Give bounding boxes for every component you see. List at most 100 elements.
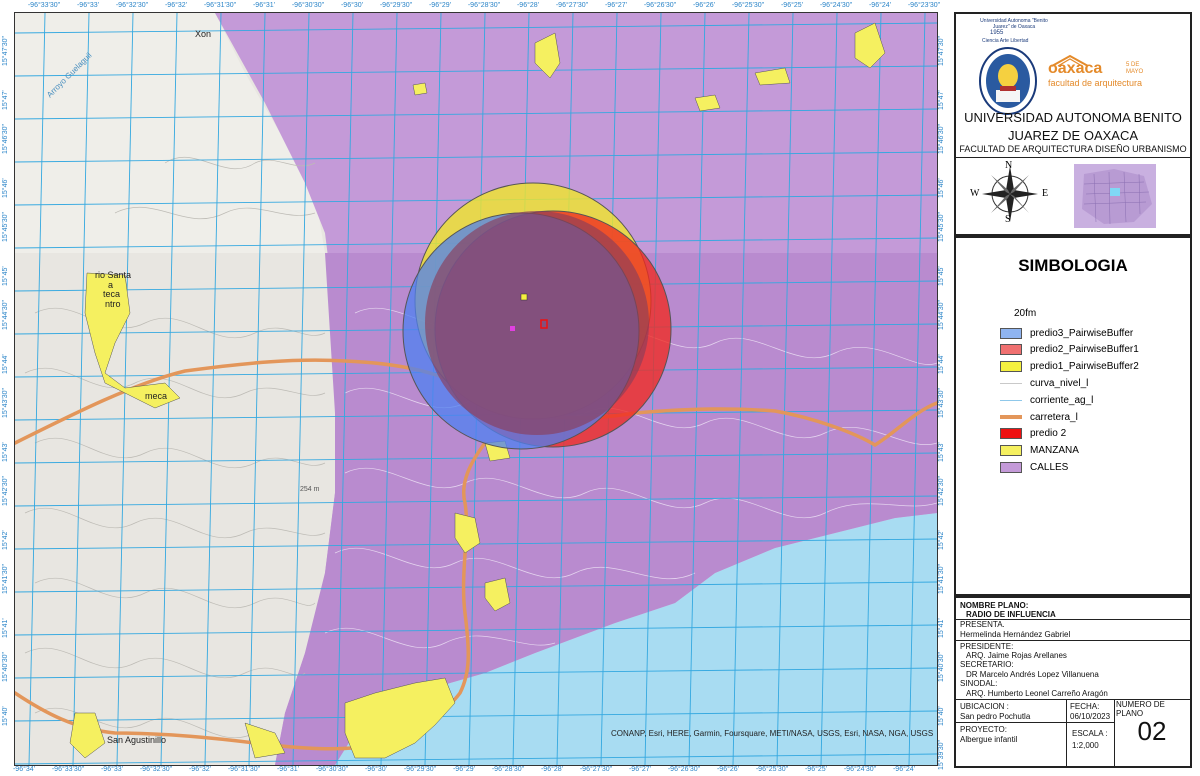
title-panel: Universidad Autonoma "Benito Juarez" de … [954, 12, 1192, 236]
faculty-name: FACULTAD DE ARQUITECTURA DISEÑO URBANISM… [959, 144, 1187, 154]
coord-bottom-label: -96°29' [452, 766, 476, 773]
coord-right-label: 15°44' [938, 354, 945, 374]
presidente-label: PRESIDENTE: [960, 642, 1014, 651]
label-ntro: ntro [105, 299, 121, 309]
coord-top-label: -96°29' [428, 2, 452, 9]
presenta-label: PRESENTA. [960, 620, 1005, 629]
coord-top-label: -96°26'30" [643, 2, 677, 9]
coord-left-label: 15°42'30" [2, 476, 9, 506]
coord-bottom-label: -96°25'30" [755, 766, 789, 773]
coord-bottom-label: -96°33' [100, 766, 124, 773]
legend-item: carretera_l [1000, 410, 1078, 424]
coord-right-label: 15°42'30" [938, 476, 945, 506]
seal-motto: Ciencia Arte Libertad [982, 38, 1029, 44]
coord-bottom-label: -96°33'30" [51, 766, 85, 773]
compass-n: N [1005, 160, 1013, 171]
presenta-value: Hermelinda Hernández Gabriel [960, 630, 1071, 639]
label-xon: Xon [195, 29, 212, 39]
legend-label: curva_nivel_l [1030, 377, 1089, 389]
seal-ring-text: Universidad Autonoma "Benito Juarez" de … [980, 18, 1048, 30]
faculty-logo-tag: 5 DE MAYO [1126, 62, 1144, 75]
escala-label: ESCALA : [1072, 729, 1108, 738]
legend-item: predio 2 [1000, 427, 1066, 441]
coord-right-label: 15°39'30" [938, 740, 945, 770]
seal-year: 1955 [990, 30, 1004, 36]
coord-left-label: 15°44' [2, 354, 9, 374]
legend-item: predio1_PairwiseBuffer2 [1000, 360, 1139, 374]
coord-right-label: 15°40' [938, 706, 945, 726]
coord-top-label: -96°24' [868, 2, 892, 9]
legend-label: CALLES [1030, 461, 1069, 473]
coord-left-label: 15°40'30" [2, 652, 9, 682]
info-panel: NOMBRE PLANO: RADIO DE INFLUENCIA PRESEN… [954, 596, 1192, 768]
coord-bottom-label: -96°31' [276, 766, 300, 773]
coord-right-label: 15°44'30" [938, 300, 945, 330]
coord-left-label: 15°43'30" [2, 388, 9, 418]
legend-swatch [1000, 327, 1022, 339]
coord-bottom-label: -96°34' [12, 766, 36, 773]
ubicacion-label: UBICACION : [960, 702, 1009, 711]
info-vdivider-1 [1066, 699, 1067, 766]
coord-bottom-label: -96°32'30" [139, 766, 173, 773]
compass-e: E [1042, 188, 1049, 199]
legend-label: predio 2 [1030, 428, 1067, 440]
legend-heading: 20fm [1014, 308, 1037, 319]
coord-bottom-label: -96°28' [540, 766, 564, 773]
coord-bottom-label: -96°25' [804, 766, 828, 773]
legend-swatch [1000, 428, 1022, 440]
coord-right-label: 15°45' [938, 266, 945, 286]
coord-top-label: -96°24'30" [819, 2, 853, 9]
ubicacion-value: San pedro Pochutla [960, 712, 1031, 721]
coord-top-label: -96°30' [340, 2, 364, 9]
legend-item: predio3_PairwiseBuffer [1000, 326, 1133, 340]
legend-label: carretera_l [1030, 411, 1078, 423]
coord-left-label: 15°41' [2, 618, 9, 638]
coord-left-label: 15°41'30" [2, 564, 9, 594]
coord-right-label: 15°47'30" [938, 36, 945, 66]
locator-minimap[interactable] [1074, 164, 1156, 228]
coord-left-label: 15°45' [2, 266, 9, 286]
map-canvas[interactable] [15, 13, 937, 765]
legend-item: curva_nivel_l [1000, 376, 1088, 390]
legend-item: MANZANA [1000, 444, 1079, 458]
coord-bottom-label: -96°30' [364, 766, 388, 773]
presidente-value: ARQ. Jaime Rojas Arellanes [966, 651, 1067, 660]
coord-bottom-label: -96°30'30" [315, 766, 349, 773]
university-name-2: JUAREZ DE OAXACA [1007, 128, 1139, 143]
coord-top-label: -96°27' [604, 2, 628, 9]
legend-line-swatch [1000, 399, 1022, 401]
coord-top-label: -96°30'30" [291, 2, 325, 9]
info-divider-4 [956, 722, 1114, 723]
coord-right-label: 15°46' [938, 178, 945, 198]
coord-left-label: 15°47' [2, 90, 9, 110]
coord-right-label: 15°47' [938, 90, 945, 110]
map-frame[interactable]: Xon Arroyo Guelaguil rio Santa a teca nt… [14, 12, 938, 766]
escala-value: 1:2,000 [1072, 741, 1099, 750]
label-teca: teca [103, 289, 121, 299]
proyecto-value: Albergue infantil [960, 735, 1018, 744]
compass-s: S [1005, 214, 1011, 225]
coord-right-label: 15°42' [938, 530, 945, 550]
legend-item: CALLES [1000, 460, 1068, 474]
compass-w: W [970, 188, 980, 199]
label-meca: meca [145, 391, 168, 401]
legend-label: corriente_ag_l [1030, 394, 1094, 406]
coord-top-label: -96°25' [780, 2, 804, 9]
secretario-value: DR Marcelo Andrés Lopez Villanuena [966, 670, 1099, 679]
university-seal-icon [979, 47, 1037, 115]
coord-left-label: 15°44'30" [2, 300, 9, 330]
coord-bottom-label: -96°29'30" [403, 766, 437, 773]
coord-top-label: -96°28'30" [467, 2, 501, 9]
legend-swatch [1000, 344, 1022, 356]
legend-label: predio2_PairwiseBuffer1 [1030, 344, 1139, 356]
legend-label: predio3_PairwiseBuffer [1030, 327, 1134, 339]
coord-top-label: -96°33' [76, 2, 100, 9]
legend-swatch [1000, 461, 1022, 473]
coord-top-label: -96°32' [164, 2, 188, 9]
coord-bottom-label: -96°27'30" [579, 766, 613, 773]
label-santa: rio Santa [95, 270, 132, 280]
fecha-value: 06/10/2023 [1070, 712, 1111, 721]
info-vdivider-2 [1114, 699, 1115, 766]
legend-swatch [1000, 445, 1022, 457]
legend-panel: SIMBOLOGIA 20fm predio3_PairwiseBuffer pr… [954, 236, 1192, 596]
